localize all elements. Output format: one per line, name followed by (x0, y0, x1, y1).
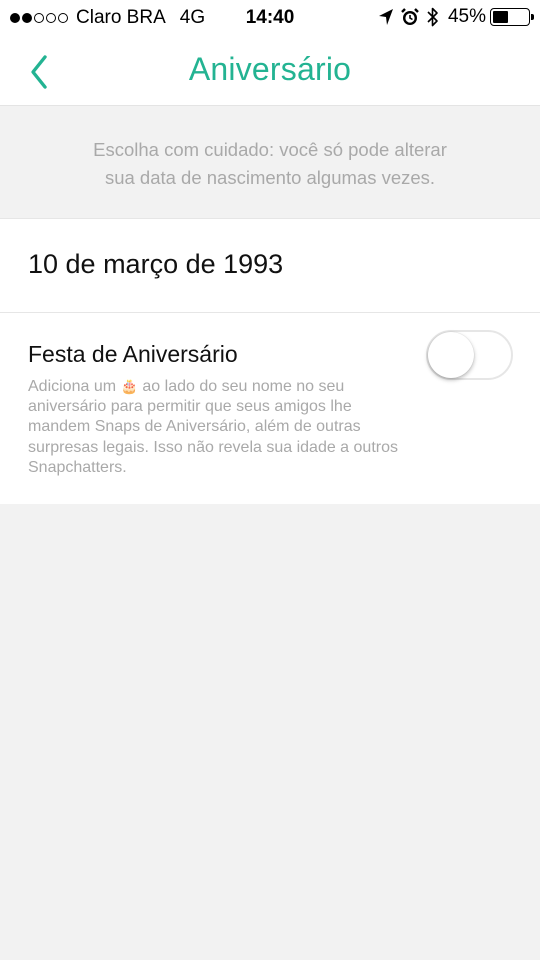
bluetooth-icon (427, 7, 438, 27)
description-part-1: Adiciona um (28, 378, 117, 395)
battery-percent: 45% (447, 6, 486, 27)
status-right: 45% (372, 6, 534, 28)
birthday-party-title: Festa de Aniversário (28, 341, 238, 367)
birthday-party-toggle[interactable] (426, 330, 513, 380)
birthday-party-section: Festa de Aniversário Adiciona um 🎂 ao la… (0, 313, 540, 504)
status-bar: Claro BRA 4G 14:40 45% (0, 0, 540, 36)
battery-icon (490, 8, 534, 26)
hint-text: Escolha com cuidado: você só pode altera… (40, 136, 500, 192)
hint-line-2: sua data de nascimento algumas vezes. (104, 167, 436, 188)
birthday-party-description: Adiciona um 🎂 ao lado do seu nome no seu… (28, 376, 408, 478)
hint-line-1: Escolha com cuidado: você só pode altera… (93, 139, 447, 160)
alarm-icon (401, 8, 419, 25)
birthday-cake-icon: 🎂 (120, 378, 138, 394)
toggle-knob (428, 332, 474, 378)
birthday-date-row[interactable]: 10 de março de 1993 (0, 218, 540, 313)
birthday-date: 10 de março de 1993 (28, 249, 284, 279)
navigation-bar: Aniversário (0, 36, 540, 106)
battery-tip (531, 14, 534, 20)
location-arrow-icon (378, 9, 393, 25)
battery-level (493, 11, 508, 23)
page-title: Aniversário (188, 51, 352, 87)
